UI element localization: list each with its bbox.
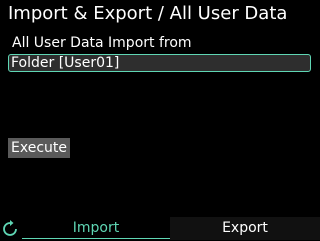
bottom-tab-bar: Import Export [0, 217, 320, 240]
import-source-label: All User Data Import from [12, 35, 192, 51]
back-icon[interactable] [2, 219, 18, 237]
tab-import[interactable]: Import [22, 217, 170, 239]
page-title: Import & Export / All User Data [8, 3, 288, 24]
execute-button[interactable]: Execute [8, 138, 70, 158]
import-source-selector[interactable]: Folder [User01] [8, 54, 311, 72]
tab-export[interactable]: Export [170, 217, 320, 240]
